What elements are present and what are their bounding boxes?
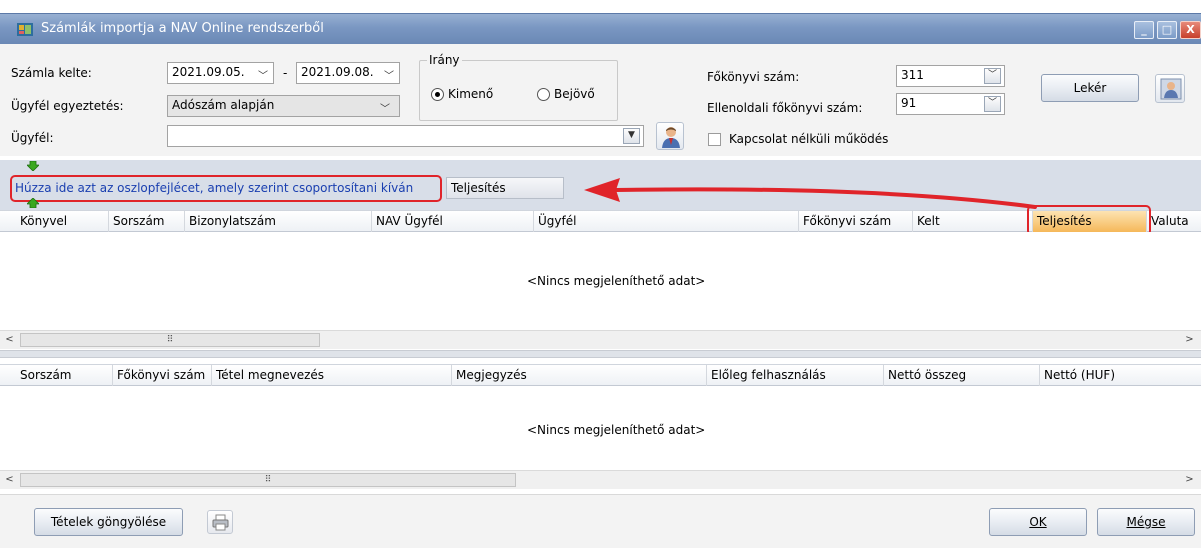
group-by-panel[interactable]: Húzza ide azt az oszlopfejlécet, amely s…: [0, 160, 1201, 210]
chevron-down-icon: ﹀: [258, 71, 268, 82]
column-header[interactable]: Sorszám: [16, 365, 113, 386]
date-from-value: 2021.09.05.: [172, 65, 245, 79]
drop-arrow-down-icon: [27, 161, 39, 171]
annotation-arrow: [584, 178, 1037, 209]
kapcsolat-label[interactable]: Kapcsolat nélküli működés: [729, 132, 888, 146]
window-title-bar: Számlák importja a NAV Online rendszerbő…: [0, 13, 1201, 44]
column-header[interactable]: Sorszám: [109, 211, 185, 232]
scroll-left-button[interactable]: <: [1, 332, 18, 348]
ellenoldali-select[interactable]: 91 ﹀: [896, 93, 1005, 115]
ok-button-label: OK: [1029, 515, 1047, 529]
minimize-button[interactable]: _: [1134, 21, 1154, 39]
column-header[interactable]: Tétel megnevezés: [212, 365, 452, 386]
tetelek-button-label: Tételek göngyölése: [50, 515, 167, 529]
kimeno-label[interactable]: Kimenő: [448, 87, 493, 101]
scroll-thumb[interactable]: ⠿: [20, 333, 320, 347]
ok-button[interactable]: OK: [989, 508, 1087, 536]
column-header[interactable]: Nettó összeg: [884, 365, 1040, 386]
date-from-picker[interactable]: 2021.09.05. ﹀: [167, 62, 274, 84]
scroll-left-button[interactable]: <: [1, 472, 18, 488]
top-grid-body[interactable]: <Nincs megjeleníthető adat>: [0, 232, 1201, 330]
user-icon: [662, 127, 680, 148]
date-to-value: 2021.09.08.: [301, 65, 374, 79]
ugyfel-egyeztetes-select[interactable]: Adószám alapján ﹀: [167, 95, 400, 117]
maximize-button[interactable]: □: [1157, 21, 1177, 39]
fokonyvi-szam-value: 311: [901, 68, 924, 82]
empty-message: <Nincs megjeleníthető adat>: [527, 423, 706, 437]
column-header[interactable]: Valuta: [1147, 211, 1201, 232]
app-icon: [17, 23, 33, 36]
fokonyvi-dropdown-button[interactable]: ﹀: [984, 68, 1001, 84]
chevron-down-icon: ﹀: [384, 71, 394, 82]
column-header[interactable]: Főkönyvi szám: [113, 365, 212, 386]
column-header[interactable]: Főkönyvi szám: [799, 211, 913, 232]
kapcsolat-checkbox[interactable]: [708, 133, 721, 146]
szamla-kelte-label: Számla kelte:: [11, 66, 92, 80]
scroll-right-button[interactable]: >: [1181, 472, 1198, 488]
ugyfel-label: Ügyfél:: [11, 131, 54, 145]
column-header[interactable]: Bizonylatszám: [185, 211, 372, 232]
column-header[interactable]: Nettó (HUF): [1040, 365, 1201, 386]
printer-icon: [212, 514, 229, 531]
column-header[interactable]: Megjegyzés: [452, 365, 707, 386]
top-grid-header: Könyvel Sorszám Bizonylatszám NAV Ügyfél…: [0, 210, 1201, 232]
column-header[interactable]: NAV Ügyfél: [372, 211, 534, 232]
column-header[interactable]: Kelt: [913, 211, 1033, 232]
ellenoldali-label: Ellenoldali főkönyvi szám:: [707, 101, 863, 115]
irany-label: Irány: [427, 53, 462, 67]
filter-form: Számla kelte: 2021.09.05. ﹀ - 2021.09.08…: [0, 44, 1201, 156]
ugyfel-dropdown-button[interactable]: ▼: [623, 128, 640, 144]
kimeno-radio[interactable]: [431, 88, 444, 101]
ugyfel-egyeztetes-label: Ügyfél egyeztetés:: [11, 99, 124, 113]
ellenoldali-value: 91: [901, 96, 917, 110]
leker-button[interactable]: Lekér: [1041, 74, 1139, 102]
fokonyvi-szam-select[interactable]: 311 ﹀: [896, 65, 1005, 87]
dragged-column-teljesites[interactable]: Teljesítés: [446, 177, 564, 199]
drop-arrow-up-icon: [27, 198, 39, 208]
top-grid-scrollbar[interactable]: < ⠿ >: [0, 330, 1201, 349]
bejovo-radio[interactable]: [537, 88, 550, 101]
tetelek-gongyolese-button[interactable]: Tételek göngyölése: [34, 508, 183, 536]
bottom-grid-scrollbar[interactable]: < ⠿ >: [0, 470, 1201, 489]
empty-message: <Nincs megjeleníthető adat>: [527, 274, 706, 288]
date-separator: -: [283, 66, 288, 80]
print-button[interactable]: [207, 510, 233, 534]
ugyfel-select[interactable]: ▼: [167, 125, 644, 147]
megse-button-label: Mégse: [1126, 515, 1166, 529]
column-header[interactable]: Előleg felhasználás: [707, 365, 884, 386]
leker-button-label: Lekér: [1073, 81, 1107, 95]
close-button[interactable]: X: [1180, 21, 1201, 39]
date-to-picker[interactable]: 2021.09.08. ﹀: [296, 62, 400, 84]
footer-bar: Tételek göngyölése OK Mégse: [0, 494, 1201, 548]
fokonyvi-szam-label: Főkönyvi szám:: [707, 70, 800, 84]
scroll-right-button[interactable]: >: [1181, 332, 1198, 348]
user-icon: [1160, 78, 1182, 100]
bottom-grid-header: Sorszám Főkönyvi szám Tétel megnevezés M…: [0, 364, 1201, 386]
user-settings-button[interactable]: [1155, 74, 1185, 103]
dragged-column-label: Teljesítés: [451, 181, 506, 195]
ugyfel-egyeztetes-value: Adószám alapján: [172, 98, 275, 112]
column-header[interactable]: Ügyfél: [534, 211, 799, 232]
column-header[interactable]: Könyvel: [16, 211, 109, 232]
user-lookup-button[interactable]: [656, 122, 684, 150]
bejovo-label[interactable]: Bejövő: [554, 87, 595, 101]
bottom-grid-body[interactable]: <Nincs megjeleníthető adat>: [0, 386, 1201, 470]
megse-button[interactable]: Mégse: [1097, 508, 1195, 536]
ellenoldali-dropdown-button[interactable]: ﹀: [984, 96, 1001, 112]
grid-splitter[interactable]: [0, 350, 1201, 358]
chevron-down-icon: ﹀: [380, 104, 390, 115]
scroll-thumb[interactable]: ⠿: [20, 473, 516, 487]
window-title: Számlák importja a NAV Online rendszerbő…: [41, 21, 324, 36]
group-by-hint: Húzza ide azt az oszlopfejlécet, amely s…: [15, 181, 414, 195]
